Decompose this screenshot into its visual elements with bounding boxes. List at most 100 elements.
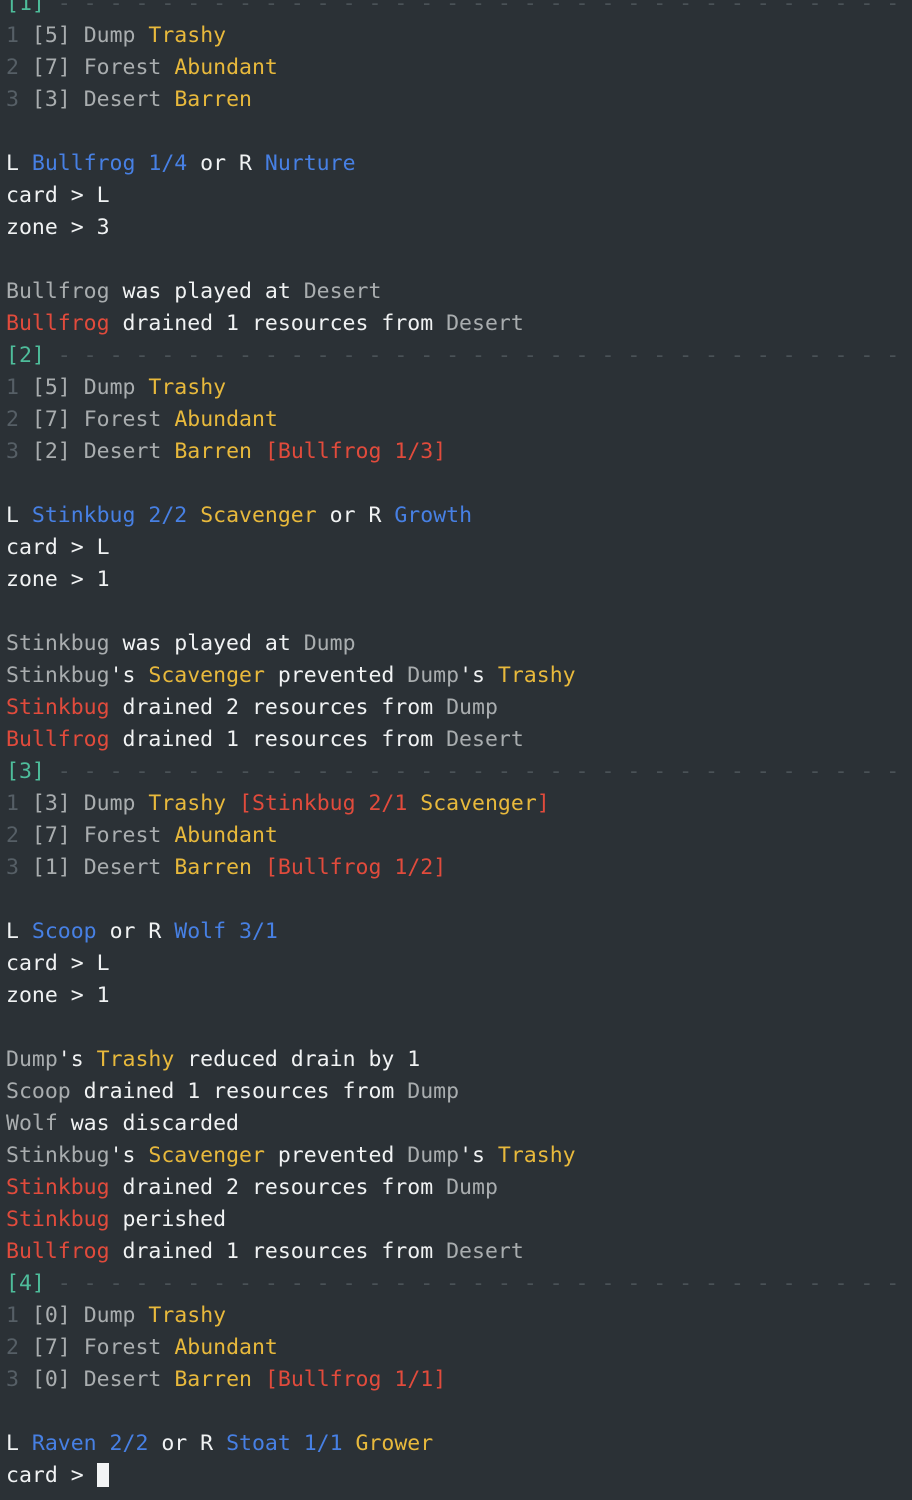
log-token: [3] bbox=[18, 791, 84, 816]
log-token bbox=[161, 855, 174, 880]
card-offer-line: L Bullfrog 1/4 or R Nurture bbox=[0, 148, 912, 180]
log-token: or R bbox=[148, 1431, 227, 1456]
log-token: was discarded bbox=[57, 1111, 239, 1136]
prompt-line: card > L bbox=[0, 532, 912, 564]
prompt-line: zone > 1 bbox=[0, 564, 912, 596]
turn-header-line: [3] - - - - - - - - - - - - - - - - - - … bbox=[0, 756, 912, 788]
log-token: 's bbox=[57, 1047, 97, 1072]
log-token: Desert bbox=[446, 1239, 524, 1264]
log-token: - - - - - - - - - - - - - - - - - - - - … bbox=[57, 0, 900, 16]
log-token: Desert bbox=[446, 727, 524, 752]
log-token: Scoop bbox=[31, 919, 97, 944]
log-token: Trashy bbox=[148, 1303, 227, 1328]
active-prompt-line[interactable]: card > bbox=[0, 1460, 912, 1492]
event-log-line: Stinkbug's Scavenger prevented Dump's Tr… bbox=[0, 660, 912, 692]
log-token: 's bbox=[109, 663, 149, 688]
log-token: Scavenger bbox=[148, 663, 265, 688]
zone-row-line: 1 [5] Dump Trashy bbox=[0, 372, 912, 404]
log-token: - - - - - - - - - - - - - - - - - - - - … bbox=[57, 759, 900, 784]
log-token bbox=[226, 791, 239, 816]
log-token: Stinkbug bbox=[6, 695, 110, 720]
log-token: [Stinkbug 2/1 bbox=[239, 791, 421, 816]
log-token bbox=[161, 407, 174, 432]
log-token: Forest bbox=[83, 1335, 162, 1360]
text-cursor[interactable] bbox=[96, 1463, 109, 1487]
log-token: 's bbox=[459, 1143, 498, 1168]
log-token: Dump bbox=[83, 375, 136, 400]
log-token: Abundant bbox=[174, 55, 278, 80]
log-token: Trashy bbox=[497, 663, 576, 688]
log-token bbox=[45, 759, 58, 784]
log-token: Trashy bbox=[497, 1143, 576, 1168]
zone-row-line: 1 [3] Dump Trashy [Stinkbug 2/1 Scavenge… bbox=[0, 788, 912, 820]
log-token: Forest bbox=[83, 823, 162, 848]
log-token: 2 bbox=[6, 1335, 19, 1360]
log-token bbox=[161, 87, 174, 112]
log-token: Trashy bbox=[148, 23, 227, 48]
log-token: Dump bbox=[303, 631, 356, 656]
log-token: Dump bbox=[6, 1047, 58, 1072]
log-token: 3 bbox=[6, 855, 19, 880]
log-token: Stinkbug 2/2 bbox=[31, 503, 188, 528]
log-token: 3 bbox=[6, 87, 19, 112]
log-token: Dump bbox=[407, 1079, 460, 1104]
log-token: Barren bbox=[174, 87, 252, 112]
event-log-line: Stinkbug drained 2 resources from Dump bbox=[0, 1172, 912, 1204]
log-token: [7] bbox=[18, 1335, 84, 1360]
terminal-log[interactable]: [0] [1] - - - - - - - - - - - - - - - - -… bbox=[0, 0, 912, 1492]
log-token: Scoop bbox=[6, 1079, 71, 1104]
log-token: Scavenger bbox=[148, 1143, 265, 1168]
log-token: drained 1 resources from bbox=[109, 311, 447, 336]
log-token: 3 bbox=[6, 439, 19, 464]
log-token: [Bullfrog 1/3] bbox=[264, 439, 447, 464]
log-token: 2 bbox=[6, 55, 19, 80]
log-token: Raven 2/2 bbox=[31, 1431, 149, 1456]
prompt-line: card > L bbox=[0, 948, 912, 980]
log-token: 3 bbox=[6, 1367, 19, 1392]
log-token: Bullfrog bbox=[6, 1239, 110, 1264]
log-token bbox=[135, 23, 148, 48]
event-log-line: Bullfrog was played at Desert bbox=[0, 276, 912, 308]
log-token: Bullfrog bbox=[6, 279, 110, 304]
log-token bbox=[135, 791, 148, 816]
event-log-line: Stinkbug was played at Dump bbox=[0, 628, 912, 660]
log-token: card > L bbox=[6, 951, 110, 976]
log-token bbox=[252, 439, 265, 464]
log-token: Stinkbug bbox=[6, 663, 110, 688]
log-token: reduced drain by 1 bbox=[174, 1047, 421, 1072]
log-token: prevented bbox=[264, 663, 408, 688]
log-token: 2 bbox=[6, 407, 19, 432]
log-token: 1 bbox=[6, 23, 19, 48]
log-token: [Bullfrog 1/2] bbox=[264, 855, 447, 880]
log-token: 1 bbox=[6, 1303, 19, 1328]
log-token: [1] bbox=[18, 855, 84, 880]
zone-row-line: 2 [7] Forest Abundant bbox=[0, 820, 912, 852]
log-token bbox=[187, 503, 200, 528]
log-token: Forest bbox=[83, 407, 162, 432]
log-token: 1 bbox=[6, 791, 19, 816]
log-token: Desert bbox=[303, 279, 382, 304]
log-token: Desert bbox=[83, 439, 162, 464]
log-token: Dump bbox=[407, 663, 460, 688]
log-token: Trashy bbox=[148, 375, 227, 400]
log-token bbox=[252, 855, 265, 880]
log-token: L bbox=[6, 1431, 32, 1456]
zone-row-line: 3 [2] Desert Barren [Bullfrog 1/3] bbox=[0, 436, 912, 468]
log-token: Dump bbox=[83, 1303, 136, 1328]
log-token: [Bullfrog 1/1] bbox=[264, 1367, 447, 1392]
log-token: or R bbox=[316, 503, 395, 528]
zone-row-line: 2 [7] Forest Abundant bbox=[0, 52, 912, 84]
zone-row-line: 3 [1] Desert Barren [Bullfrog 1/2] bbox=[0, 852, 912, 884]
log-token: Forest bbox=[83, 55, 162, 80]
log-token: - - - - - - - - - - - - - - - - - - - - … bbox=[57, 1271, 900, 1296]
log-token: [7] bbox=[18, 823, 84, 848]
log-token: [1] bbox=[6, 0, 45, 16]
log-token: [3] bbox=[6, 759, 45, 784]
log-token: Stinkbug bbox=[6, 1207, 110, 1232]
log-token: prevented bbox=[264, 1143, 408, 1168]
